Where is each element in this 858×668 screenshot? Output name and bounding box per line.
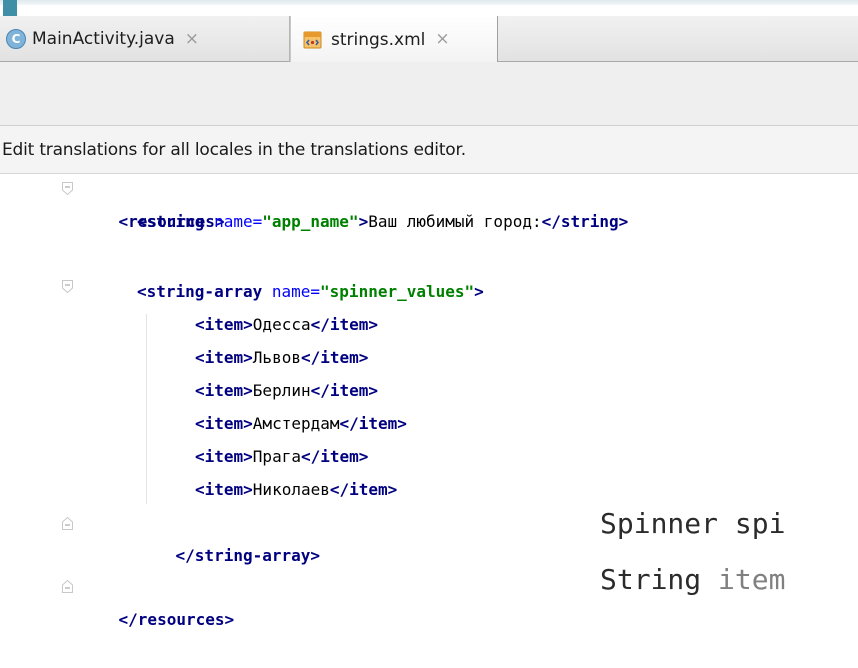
- code-line-resources-open: <resources>: [118, 212, 225, 231]
- code-line-item: <item>Берлин</item>: [195, 381, 379, 400]
- code-line-string-array-open: <string-array name="spinner_values">: [137, 282, 484, 301]
- close-icon[interactable]: ×: [185, 30, 199, 48]
- indent-guide: [146, 314, 147, 504]
- fold-collapse-icon[interactable]: [62, 182, 73, 195]
- snippet-line-spinner: Spinner spi: [600, 507, 786, 540]
- java-code-snippet-overlay: Spinner spi String item: [592, 490, 858, 609]
- window-accent-marker: [3, 0, 17, 16]
- editor-tab-bar: C MainActivity.java × strings.xml ×: [0, 16, 858, 63]
- tab-label: strings.xml: [331, 29, 426, 50]
- tab-main-activity-java[interactable]: C MainActivity.java ×: [0, 16, 290, 62]
- code-line-item: <item>Николаев</item>: [195, 480, 398, 499]
- tab-label: MainActivity.java: [32, 29, 175, 49]
- translations-editor-banner[interactable]: Edit translations for all locales in the…: [0, 126, 858, 174]
- fold-collapse-icon[interactable]: [62, 280, 73, 293]
- banner-text: Edit translations for all locales in the…: [2, 139, 466, 160]
- code-line-app-name: <string name="app_name">Ваш любимый горо…: [137, 212, 629, 231]
- editor-gutter: [0, 174, 82, 609]
- fold-end-icon[interactable]: [62, 580, 73, 593]
- window-top-strip: [0, 0, 858, 5]
- class-icon: C: [6, 29, 26, 49]
- tab-strings-xml[interactable]: strings.xml ×: [290, 16, 498, 63]
- close-icon[interactable]: ×: [435, 31, 449, 48]
- xml-file-icon: [303, 30, 323, 50]
- code-line-item: <item>Одесса</item>: [195, 315, 379, 334]
- code-line-string-array-close: </string-array>: [175, 546, 321, 565]
- code-line-item: <item>Амстердам</item>: [195, 414, 407, 433]
- fold-end-icon[interactable]: [62, 517, 73, 530]
- snippet-line-string: String item: [600, 563, 786, 596]
- editor-toolbar: [0, 62, 858, 126]
- code-line-resources-close: </resources>: [118, 610, 235, 629]
- code-line-item: <item>Прага</item>: [195, 447, 369, 466]
- code-line-item: <item>Львов</item>: [195, 348, 369, 367]
